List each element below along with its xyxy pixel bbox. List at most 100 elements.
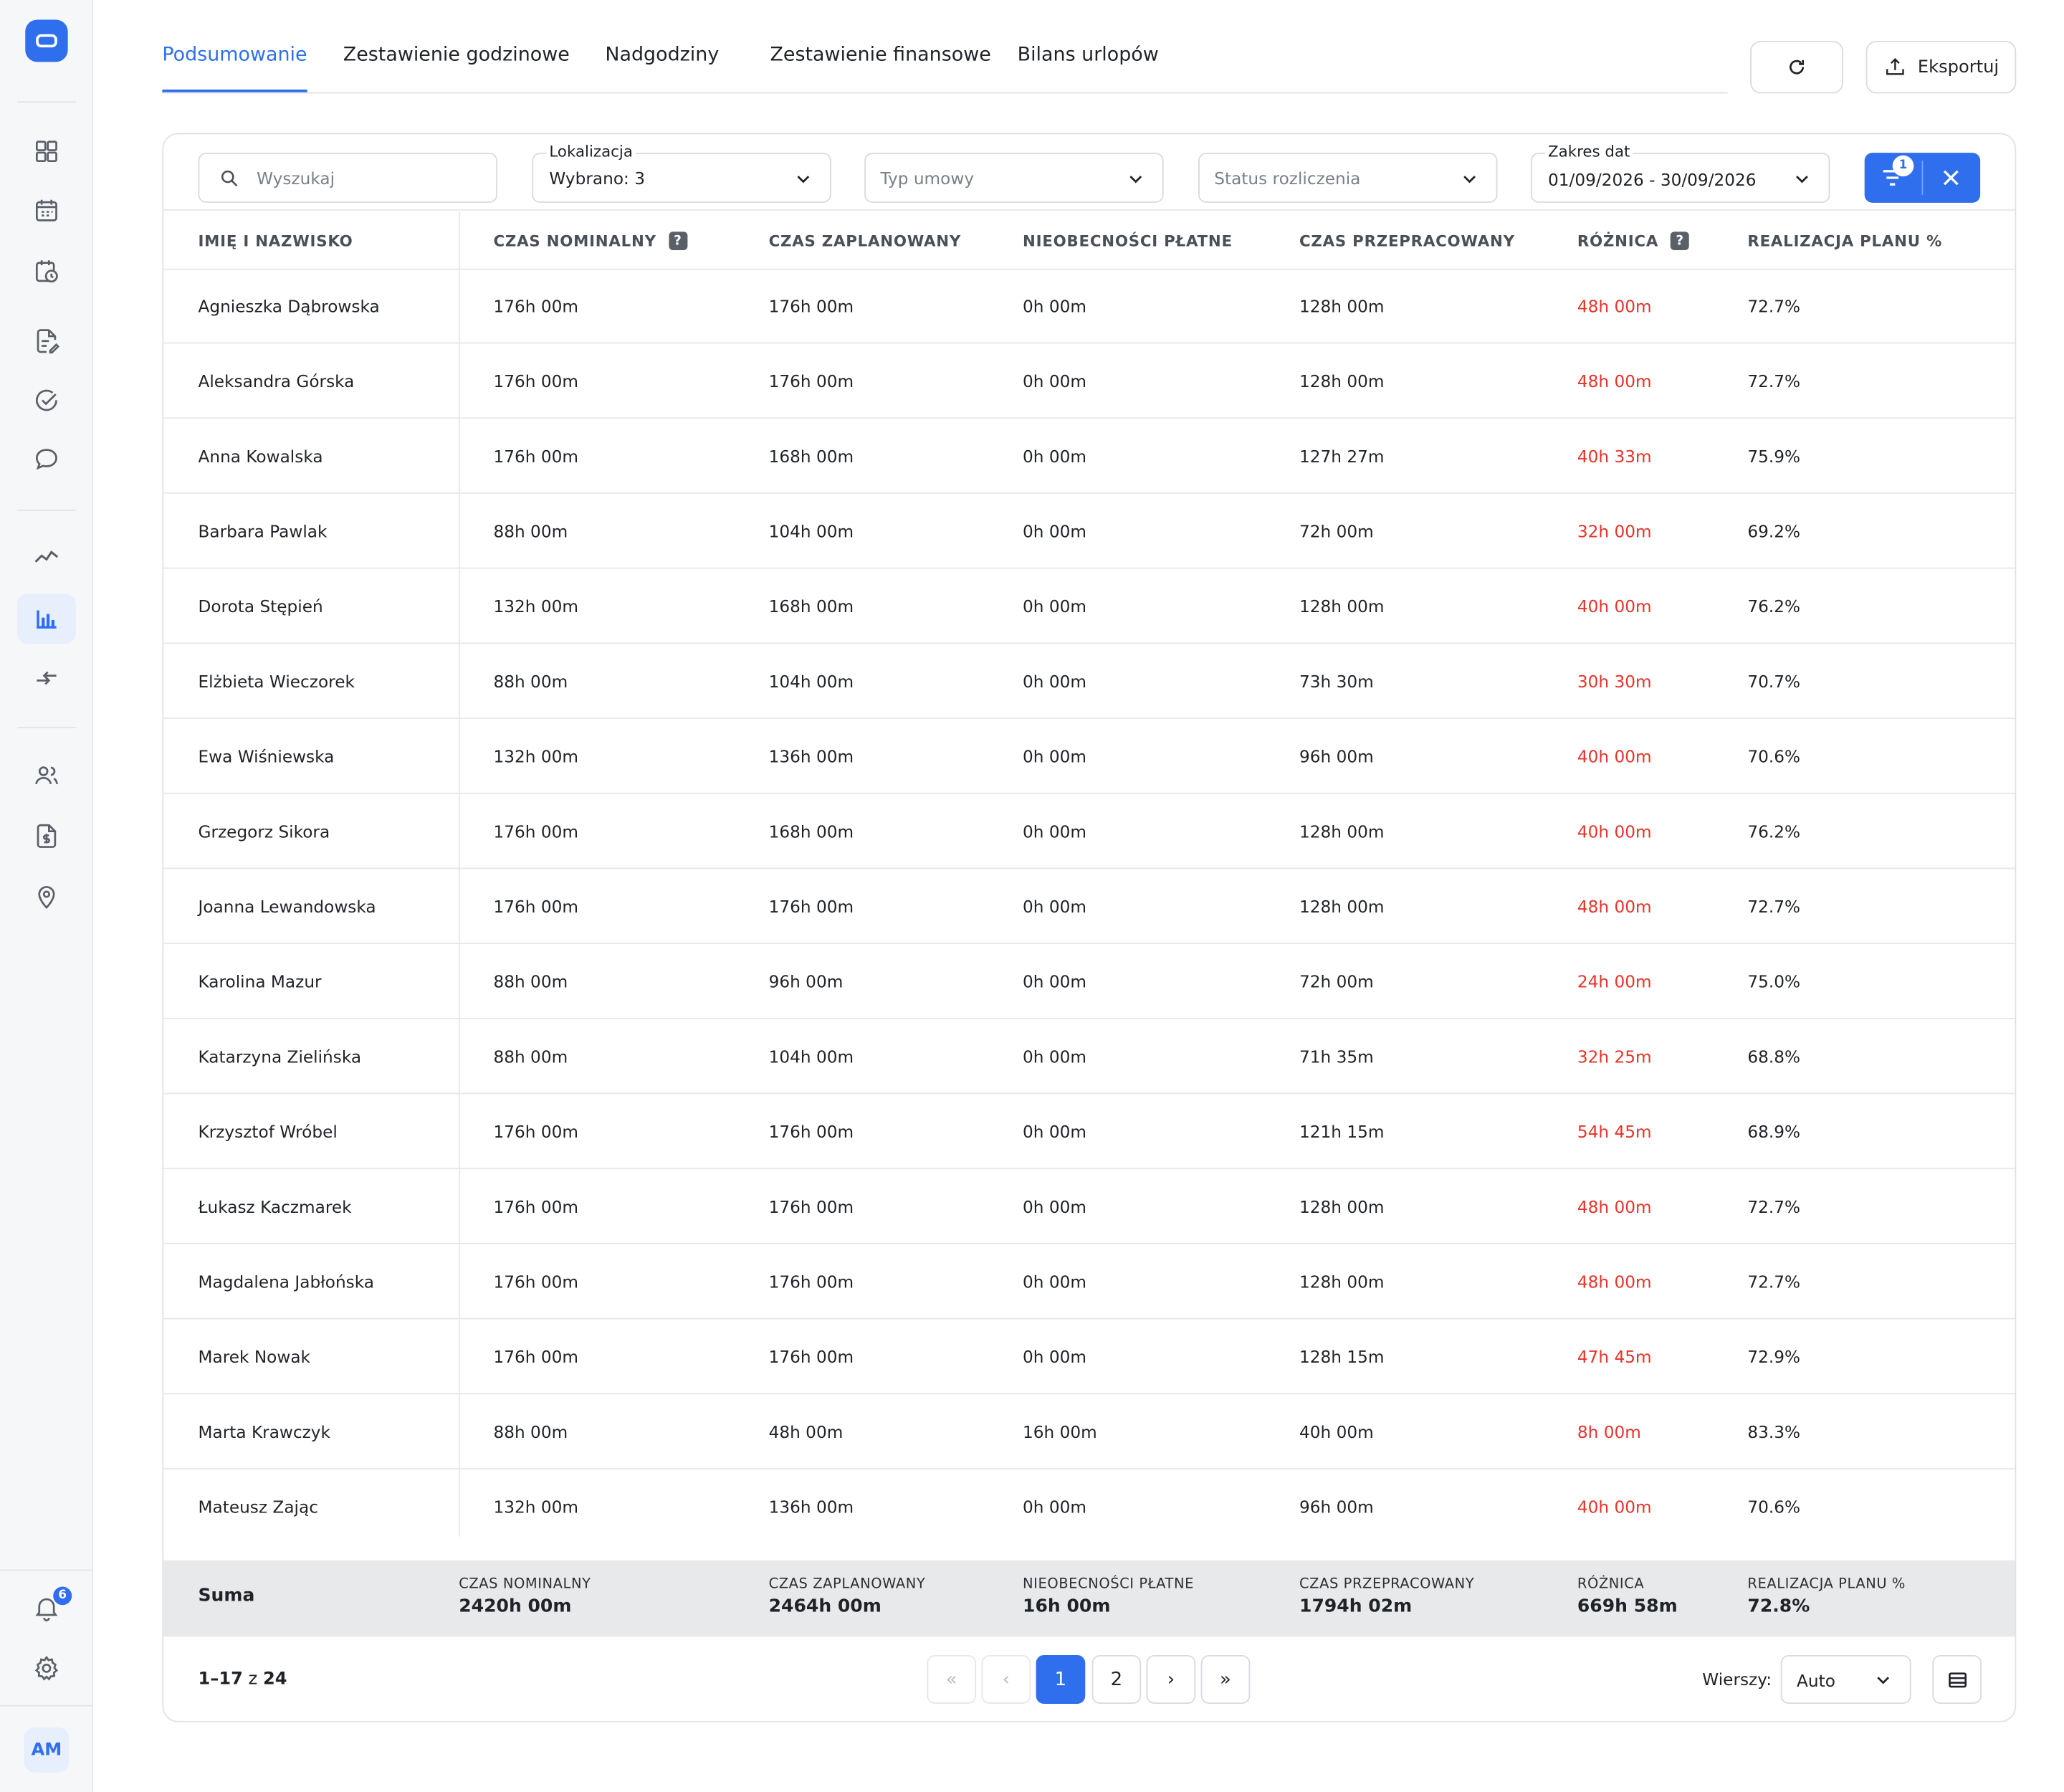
location-pin-icon[interactable] bbox=[17, 872, 76, 922]
user-avatar[interactable]: AM bbox=[24, 1727, 70, 1773]
filter-toggle-button[interactable]: 1 bbox=[1864, 153, 1981, 203]
cell-planned-time: 176h 00m bbox=[768, 1122, 854, 1142]
table-row[interactable]: Grzegorz Sikora 176h 00m 168h 00m 0h 00m 128… bbox=[163, 794, 2015, 869]
summary-label: CZAS NOMINALNY bbox=[459, 1576, 591, 1592]
help-icon[interactable]: ? bbox=[1670, 232, 1689, 251]
range-of-label: z bbox=[248, 1669, 258, 1689]
tab-hours-report[interactable]: Zestawienie godzinowe bbox=[343, 44, 570, 65]
previous-page-button[interactable]: ‹ bbox=[981, 1654, 1031, 1704]
refresh-icon bbox=[1790, 59, 1805, 75]
table-row[interactable]: Dorota Stępień 132h 00m 168h 00m 0h 00m 128h… bbox=[163, 569, 2015, 644]
table-row[interactable]: Łukasz Kaczmarek 176h 00m 176h 00m 0h 00m 12… bbox=[163, 1169, 2015, 1244]
schedule-clock-icon[interactable] bbox=[17, 247, 76, 297]
cell-plan-completion: 75.9% bbox=[1747, 446, 1801, 467]
table-row[interactable]: Anna Kowalska 176h 00m 168h 00m 0h 00m 127h … bbox=[163, 419, 2015, 494]
export-label: Eksportuj bbox=[1917, 57, 2000, 77]
table-row[interactable]: Agnieszka Dąbrowska 176h 00m 176h 00m 0h 00… bbox=[163, 269, 2015, 344]
bar-chart-icon[interactable] bbox=[17, 594, 76, 644]
column-header-difference[interactable]: RÓŻNICA? bbox=[1577, 232, 1689, 251]
table-row[interactable]: Elżbieta Wieczorek 88h 00m 104h 00m 0h 00m 7… bbox=[163, 644, 2015, 719]
rows-per-page-select[interactable]: Auto bbox=[1780, 1654, 1911, 1704]
cell-employee-name: Katarzyna Zielińska bbox=[198, 1047, 362, 1067]
column-header-worked[interactable]: CZAS PRZEPRACOWANY bbox=[1299, 232, 1515, 250]
cell-employee-name: Łukasz Kaczmarek bbox=[198, 1196, 352, 1217]
tab-leave-balance[interactable]: Bilans urlopów bbox=[1018, 44, 1159, 65]
bell-icon[interactable]: 6 bbox=[17, 1583, 76, 1633]
contract-type-select[interactable]: Typ umowy bbox=[864, 153, 1164, 203]
table-row[interactable]: Krzysztof Wróbel 176h 00m 176h 00m 0h 00m 12… bbox=[163, 1094, 2015, 1170]
tab-summary[interactable]: Podsumowanie bbox=[162, 44, 307, 92]
settlement-status-select[interactable]: Status rozliczenia bbox=[1198, 153, 1498, 203]
tab-financial-report[interactable]: Zestawienie finansowe bbox=[770, 44, 990, 65]
table-row[interactable]: Marta Krawczyk 88h 00m 48h 00m 16h 00m 40h 0… bbox=[163, 1394, 2015, 1469]
chevron-down-icon bbox=[1796, 176, 1808, 184]
cell-plan-completion: 72.7% bbox=[1747, 1272, 1801, 1292]
cell-worked-time: 71h 35m bbox=[1299, 1047, 1374, 1067]
close-icon[interactable] bbox=[1941, 168, 1960, 187]
table-row[interactable]: Ewa Wiśniewska 132h 00m 136h 00m 0h 00m 96h … bbox=[163, 719, 2015, 794]
tab-overtime[interactable]: Nadgodziny bbox=[605, 44, 719, 65]
last-page-button[interactable]: » bbox=[1200, 1654, 1251, 1704]
chat-icon[interactable] bbox=[17, 434, 76, 485]
column-header-planned[interactable]: CZAS ZAPLANOWANY bbox=[769, 232, 961, 250]
users-icon[interactable] bbox=[17, 750, 76, 801]
cell-employee-name: Anna Kowalska bbox=[198, 446, 323, 467]
cell-difference: 48h 00m bbox=[1577, 1272, 1652, 1292]
column-header-plan-completion[interactable]: REALIZACJA PLANU % bbox=[1747, 232, 1942, 250]
trend-line-icon[interactable] bbox=[17, 532, 76, 582]
cell-difference: 40h 00m bbox=[1577, 1497, 1652, 1517]
column-header-label: CZAS PRZEPRACOWANY bbox=[1299, 232, 1515, 251]
column-header-paid-absence[interactable]: NIEOBECNOŚCI PŁATNE bbox=[1023, 232, 1233, 250]
summary-value: 16h 00m bbox=[1023, 1596, 1111, 1617]
summary-value: 669h 58m bbox=[1577, 1596, 1678, 1617]
summary-row: Suma CZAS NOMINALNY 2420h 00m CZAS ZAPLA… bbox=[163, 1560, 2015, 1636]
page-button-1[interactable]: 1 bbox=[1036, 1654, 1086, 1704]
table-row[interactable]: Marek Nowak 176h 00m 176h 00m 0h 00m 128h 15… bbox=[163, 1320, 2015, 1395]
payroll-document-icon[interactable] bbox=[17, 811, 76, 862]
table-row[interactable]: Karolina Mazur 88h 00m 96h 00m 0h 00m 72h 00… bbox=[163, 944, 2015, 1019]
cell-worked-time: 128h 00m bbox=[1299, 296, 1385, 316]
app-logo[interactable] bbox=[25, 19, 68, 62]
table-row[interactable]: Barbara Pawlak 88h 00m 104h 00m 0h 00m 72h 0… bbox=[163, 494, 2015, 569]
table-row[interactable]: Katarzyna Zielińska 88h 00m 104h 00m 0h 00m… bbox=[163, 1019, 2015, 1095]
column-header-label: RÓŻNICA bbox=[1577, 232, 1659, 251]
cell-plan-completion: 72.7% bbox=[1747, 371, 1801, 391]
cell-worked-time: 96h 00m bbox=[1299, 1497, 1374, 1517]
column-header-name[interactable]: IMIĘ I NAZWISKO bbox=[198, 232, 353, 250]
cell-planned-time: 168h 00m bbox=[768, 446, 854, 467]
cell-nominal-time: 176h 00m bbox=[493, 821, 578, 842]
summary-label: CZAS PRZEPRACOWANY bbox=[1299, 1576, 1475, 1592]
cell-worked-time: 121h 15m bbox=[1299, 1122, 1385, 1142]
document-edit-icon[interactable] bbox=[17, 316, 76, 366]
page-button-2[interactable]: 2 bbox=[1091, 1654, 1142, 1704]
refresh-button[interactable] bbox=[1750, 40, 1844, 94]
table-row[interactable]: Magdalena Jabłońska 176h 00m 176h 00m 0h 00… bbox=[163, 1244, 2015, 1320]
table-row[interactable]: Aleksandra Górska 176h 00m 176h 00m 0h 00m 1… bbox=[163, 343, 2015, 419]
transfer-arrows-icon[interactable] bbox=[17, 653, 76, 703]
cell-nominal-time: 176h 00m bbox=[493, 1347, 578, 1367]
sidebar-divider bbox=[0, 1569, 93, 1571]
cell-difference: 54h 45m bbox=[1577, 1122, 1652, 1142]
range-value: 1–17 bbox=[198, 1669, 243, 1689]
column-header-nominal[interactable]: CZAS NOMINALNY? bbox=[493, 232, 687, 251]
cell-worked-time: 128h 00m bbox=[1299, 596, 1385, 616]
date-range-picker[interactable]: Zakres dat 01/09/2026 - 30/09/2026 bbox=[1530, 142, 1830, 203]
first-page-button[interactable]: « bbox=[927, 1654, 977, 1704]
location-select[interactable]: Lokalizacja Wybrano: 3 bbox=[532, 142, 831, 203]
pagination-bar: 1–17 z 24 « ‹ 1 2 › » Wierszy: Auto bbox=[163, 1635, 2015, 1720]
search-input[interactable]: Wyszukaj bbox=[198, 153, 498, 203]
gear-icon[interactable] bbox=[17, 1643, 76, 1693]
row-density-button[interactable] bbox=[1932, 1654, 1982, 1704]
location-value: Wybrano: 3 bbox=[549, 168, 645, 189]
calendar-icon[interactable] bbox=[17, 186, 76, 236]
export-button[interactable]: Eksportuj bbox=[1865, 40, 2017, 94]
column-header-label: CZAS NOMINALNY bbox=[493, 232, 656, 251]
next-page-button[interactable]: › bbox=[1146, 1654, 1196, 1704]
help-icon[interactable]: ? bbox=[668, 232, 687, 251]
cell-difference: 40h 00m bbox=[1577, 746, 1652, 767]
table-row[interactable]: Mateusz Zając 132h 00m 136h 00m 0h 00m 96h 0… bbox=[163, 1469, 2015, 1545]
table-row[interactable]: Joanna Lewandowska 176h 00m 176h 00m 0h 00m… bbox=[163, 869, 2015, 945]
check-circle-icon[interactable] bbox=[17, 376, 76, 426]
cell-employee-name: Magdalena Jabłońska bbox=[198, 1272, 375, 1292]
dashboard-icon[interactable] bbox=[17, 126, 76, 176]
